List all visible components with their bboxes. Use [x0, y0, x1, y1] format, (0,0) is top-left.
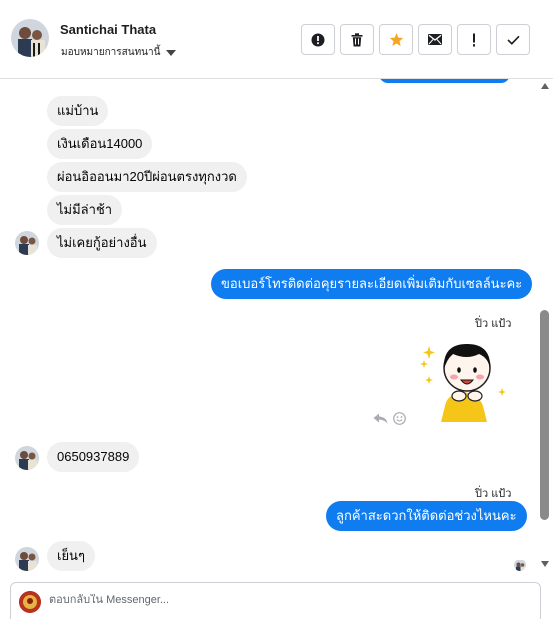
mark-unread-button[interactable] — [418, 24, 452, 55]
messenger-window: Santichai Thata มอบหมายการสนทนานี้ แม่บ้… — [0, 0, 553, 619]
smiley-reaction-icon[interactable] — [393, 412, 406, 425]
message-bubble-out: ขอเบอร์โทรติดต่อคุยรายละเอียดเพิ่มเติมกั… — [211, 269, 533, 299]
scrollbar[interactable] — [540, 79, 550, 580]
message-bubble-in: ไม่มีล่าช้า — [47, 195, 123, 225]
contact-name[interactable]: Santichai Thata — [60, 22, 156, 37]
page-avatar — [19, 591, 41, 613]
sender-name: ปิ่ว แป้ว — [475, 318, 512, 330]
message-bubble-in: ไม่เคยกู้อย่างอื่น — [47, 228, 157, 258]
message-bubble-in: แม่บ้าน — [47, 96, 109, 126]
message-bubble-in: เย็นๆ — [47, 541, 95, 571]
scroll-up-arrow-icon[interactable] — [541, 83, 549, 89]
sender-name: ปิ่ว แป้ว — [475, 488, 512, 500]
message-bubble-in: เงินเดือน14000 — [47, 129, 153, 159]
report-icon — [311, 33, 325, 46]
message-bubble-in: ผ่อนอิออนมา20ปีผ่อนตรงทุกงวด — [47, 162, 247, 192]
message-bubble-out: ลูกค้าสะดวกให้ติดต่อช่วงไหนคะ — [326, 501, 527, 531]
delete-button[interactable] — [340, 24, 374, 55]
mail-icon — [428, 34, 442, 45]
contact-avatar-small — [15, 231, 39, 255]
done-button[interactable] — [496, 24, 530, 55]
scroll-down-arrow-icon[interactable] — [541, 561, 549, 567]
contact-avatar-small — [15, 446, 39, 470]
spam-button[interactable] — [457, 24, 491, 55]
seen-indicator-avatar — [514, 559, 526, 571]
trash-icon — [351, 32, 363, 46]
exclamation-icon — [473, 33, 475, 46]
star-icon — [389, 32, 403, 46]
star-button[interactable] — [379, 24, 413, 55]
conversation-toolbar — [301, 24, 530, 55]
report-button[interactable] — [301, 24, 335, 55]
contact-avatar-small — [15, 547, 39, 571]
scrollbar-thumb[interactable] — [540, 310, 549, 520]
sticker-image[interactable] — [417, 336, 511, 422]
check-icon — [506, 35, 520, 45]
message-actions — [373, 412, 406, 425]
reply-icon[interactable] — [373, 413, 388, 424]
conversation-header: Santichai Thata มอบหมายการสนทนานี้ — [0, 0, 553, 79]
reply-area — [0, 580, 553, 619]
assign-label: มอบหมายการสนทนานี้ — [61, 47, 161, 58]
message-list[interactable]: แม่บ้าน เงินเดือน14000 ผ่อนอิออนมา20ปีผ่… — [0, 79, 553, 580]
assign-dropdown[interactable]: มอบหมายการสนทนานี้ — [61, 45, 177, 60]
reply-input[interactable] — [49, 594, 529, 606]
message-bubble-in: 0650937889 — [47, 442, 140, 472]
contact-avatar[interactable] — [11, 19, 49, 57]
message-bubble-out-partial — [379, 79, 510, 83]
caret-down-icon — [166, 49, 177, 56]
reply-box — [10, 582, 541, 619]
